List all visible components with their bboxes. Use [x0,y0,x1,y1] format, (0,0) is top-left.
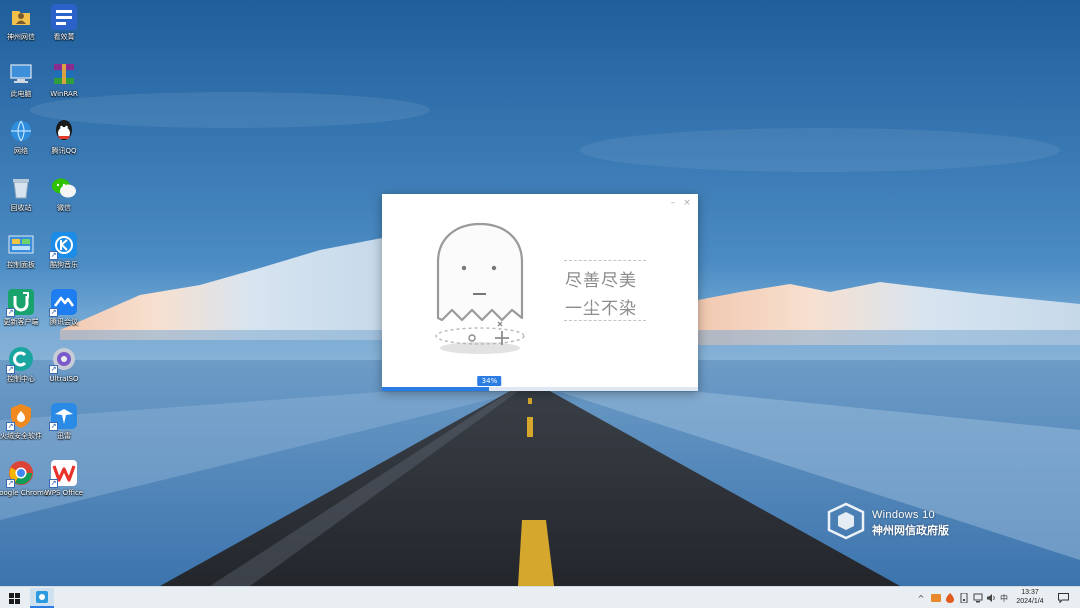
slogan-divider-bottom [564,320,646,321]
watermark-edition: 神州网信政府版 [872,525,949,537]
desktop-icon-network[interactable]: 网络 [0,118,44,156]
desktop-icon-label: 此电脑 [10,90,32,98]
shortcut-arrow-icon: ↗ [6,479,15,488]
desktop-icon-control-center[interactable]: ↗ 控制中心 [0,346,44,384]
desktop-icon-ultraiso[interactable]: ↗ UltraISO [41,346,87,384]
desktop-icon-label: 网络 [14,147,28,155]
tray-volume[interactable] [985,591,997,605]
progress-percent-label: 34% [477,376,502,386]
start-button[interactable] [0,587,28,608]
desktop-icon-recycle-bin[interactable]: 回收站 [0,175,44,213]
taskbar-running-app[interactable] [30,588,54,608]
desktop-icon-label: 看效菁 [53,33,75,41]
network-icon [8,118,34,144]
shortcut-arrow-icon: ↗ [49,422,58,431]
slogan-divider-top [564,260,646,261]
kugou-icon: ↗ [49,232,77,260]
speaker-icon [987,594,995,602]
desktop-icon-label: 回收站 [10,204,32,212]
tencent-meeting-icon: ↗ [49,289,77,317]
huorong-icon: ↗ [6,403,34,431]
tray-network[interactable] [972,591,984,605]
blue-app-icon [51,4,77,30]
windows-logo-icon [8,592,20,604]
shortcut-arrow-icon: ↗ [6,365,15,374]
ultraiso-icon: ↗ [49,346,77,374]
wps-icon: ↗ [49,460,77,488]
shortcut-arrow-icon: ↗ [49,365,58,374]
update-client-icon: ↗ [6,289,34,317]
shortcut-arrow-icon: ↗ [6,422,15,431]
desktop-icon-computer[interactable]: 此电脑 [0,61,44,99]
xunlei-icon: ↗ [49,403,77,431]
desktop-icon-label: 酷狗音乐 [50,261,78,269]
desktop-icon-label: 腾讯会议 [50,318,78,326]
shortcut-arrow-icon: ↗ [49,251,58,260]
shenzhou-logo-icon [827,502,865,540]
desktop-icon-label: 腾讯QQ [51,147,77,155]
orange-app-tray-icon [931,594,941,602]
desktop-icon-user-folder[interactable]: 神州网信 [0,4,44,42]
desktop-icon-label: 微信 [57,204,71,212]
desktop-icon-label: WPS Office [44,489,84,497]
chrome-icon: ↗ [6,460,34,488]
notification-icon [1057,593,1069,603]
huorong-tray-icon [946,593,954,603]
desktop-icon-label: UltraISO [49,375,79,383]
wechat-icon [51,175,77,201]
desktop-icon-blue-app[interactable]: 看效菁 [41,4,87,42]
desktop-icon-label: WinRAR [50,90,78,98]
progress-bar [382,387,698,391]
tray-app-icon-1[interactable] [930,591,942,605]
minimize-button[interactable]: – [668,198,678,208]
desktop-icon-winrar[interactable]: WinRAR [41,61,87,99]
taskbar: ^ 中 13:37 2024/1/4 [0,586,1080,608]
desktop-icon-xunlei[interactable]: ↗ 迅雷 [41,403,87,441]
clock-date: 2024/1/4 [1016,598,1044,605]
desktop-icon-chrome[interactable]: ↗Google Chrome [0,460,48,498]
computer-icon [8,61,34,87]
desktop-icon-wps[interactable]: ↗ WPS Office [41,460,87,498]
device-tray-icon [960,593,968,603]
desktop-icon-update-client[interactable]: ↗ 更新客户端 [0,289,44,327]
input-method-indicator[interactable]: 中 [998,591,1010,605]
desktop-icon-label: 火绒安全软件 [0,432,42,440]
control-center-icon: ↗ [6,346,34,374]
shortcut-arrow-icon: ↗ [49,479,58,488]
action-center-button[interactable] [1056,591,1070,605]
desktop-icon-huorong[interactable]: ↗ 火绒安全软件 [0,403,44,441]
desktop-icon-qq[interactable]: 腾讯QQ [41,118,87,156]
desktop-icon-control-panel[interactable]: 控制面板 [0,232,44,270]
taskbar-clock[interactable]: 13:37 2024/1/4 [1010,588,1050,606]
user-folder-icon [8,4,34,30]
qq-icon [51,118,77,144]
shortcut-arrow-icon: ↗ [6,308,15,317]
clock-time: 13:37 [1021,589,1039,596]
shortcut-arrow-icon: ↗ [49,308,58,317]
desktop-icon-kugou[interactable]: ↗ 酷狗音乐 [41,232,87,270]
watermark-os-name: Windows 10 [872,509,935,521]
progress-bar-fill [382,387,490,391]
network-tray-icon [973,593,983,603]
slogan-line-1: 尽善尽美 [565,271,637,291]
desktop-icon-label: 迅雷 [57,432,71,440]
ghost-illustration-icon [435,222,525,354]
desktop-icon-label: 更新客户端 [3,318,39,326]
desktop-icon-label: 控制面板 [7,261,35,269]
control-panel-icon [8,232,34,258]
tray-overflow-chevron[interactable]: ^ [916,591,926,605]
cleanup-app-icon [36,591,48,603]
close-button[interactable]: × [682,198,692,208]
slogan-line-2: 一尘不染 [565,299,637,319]
recycle-bin-icon [8,175,34,201]
tray-app-icon-3[interactable] [958,591,970,605]
desktop-icon-label: 神州网信 [7,33,35,41]
cleanup-progress-dialog: – × 尽善尽美 一尘不染 34% [382,194,698,391]
desktop-icon-tencent-meeting[interactable]: ↗ 腾讯会议 [41,289,87,327]
desktop-icon-label: 控制中心 [7,375,35,383]
tray-app-icon-2[interactable] [944,591,956,605]
windows-edition-watermark: Windows 10 神州网信政府版 [826,502,976,542]
desktop-icon-wechat[interactable]: 微信 [41,175,87,213]
winrar-icon [51,61,77,87]
